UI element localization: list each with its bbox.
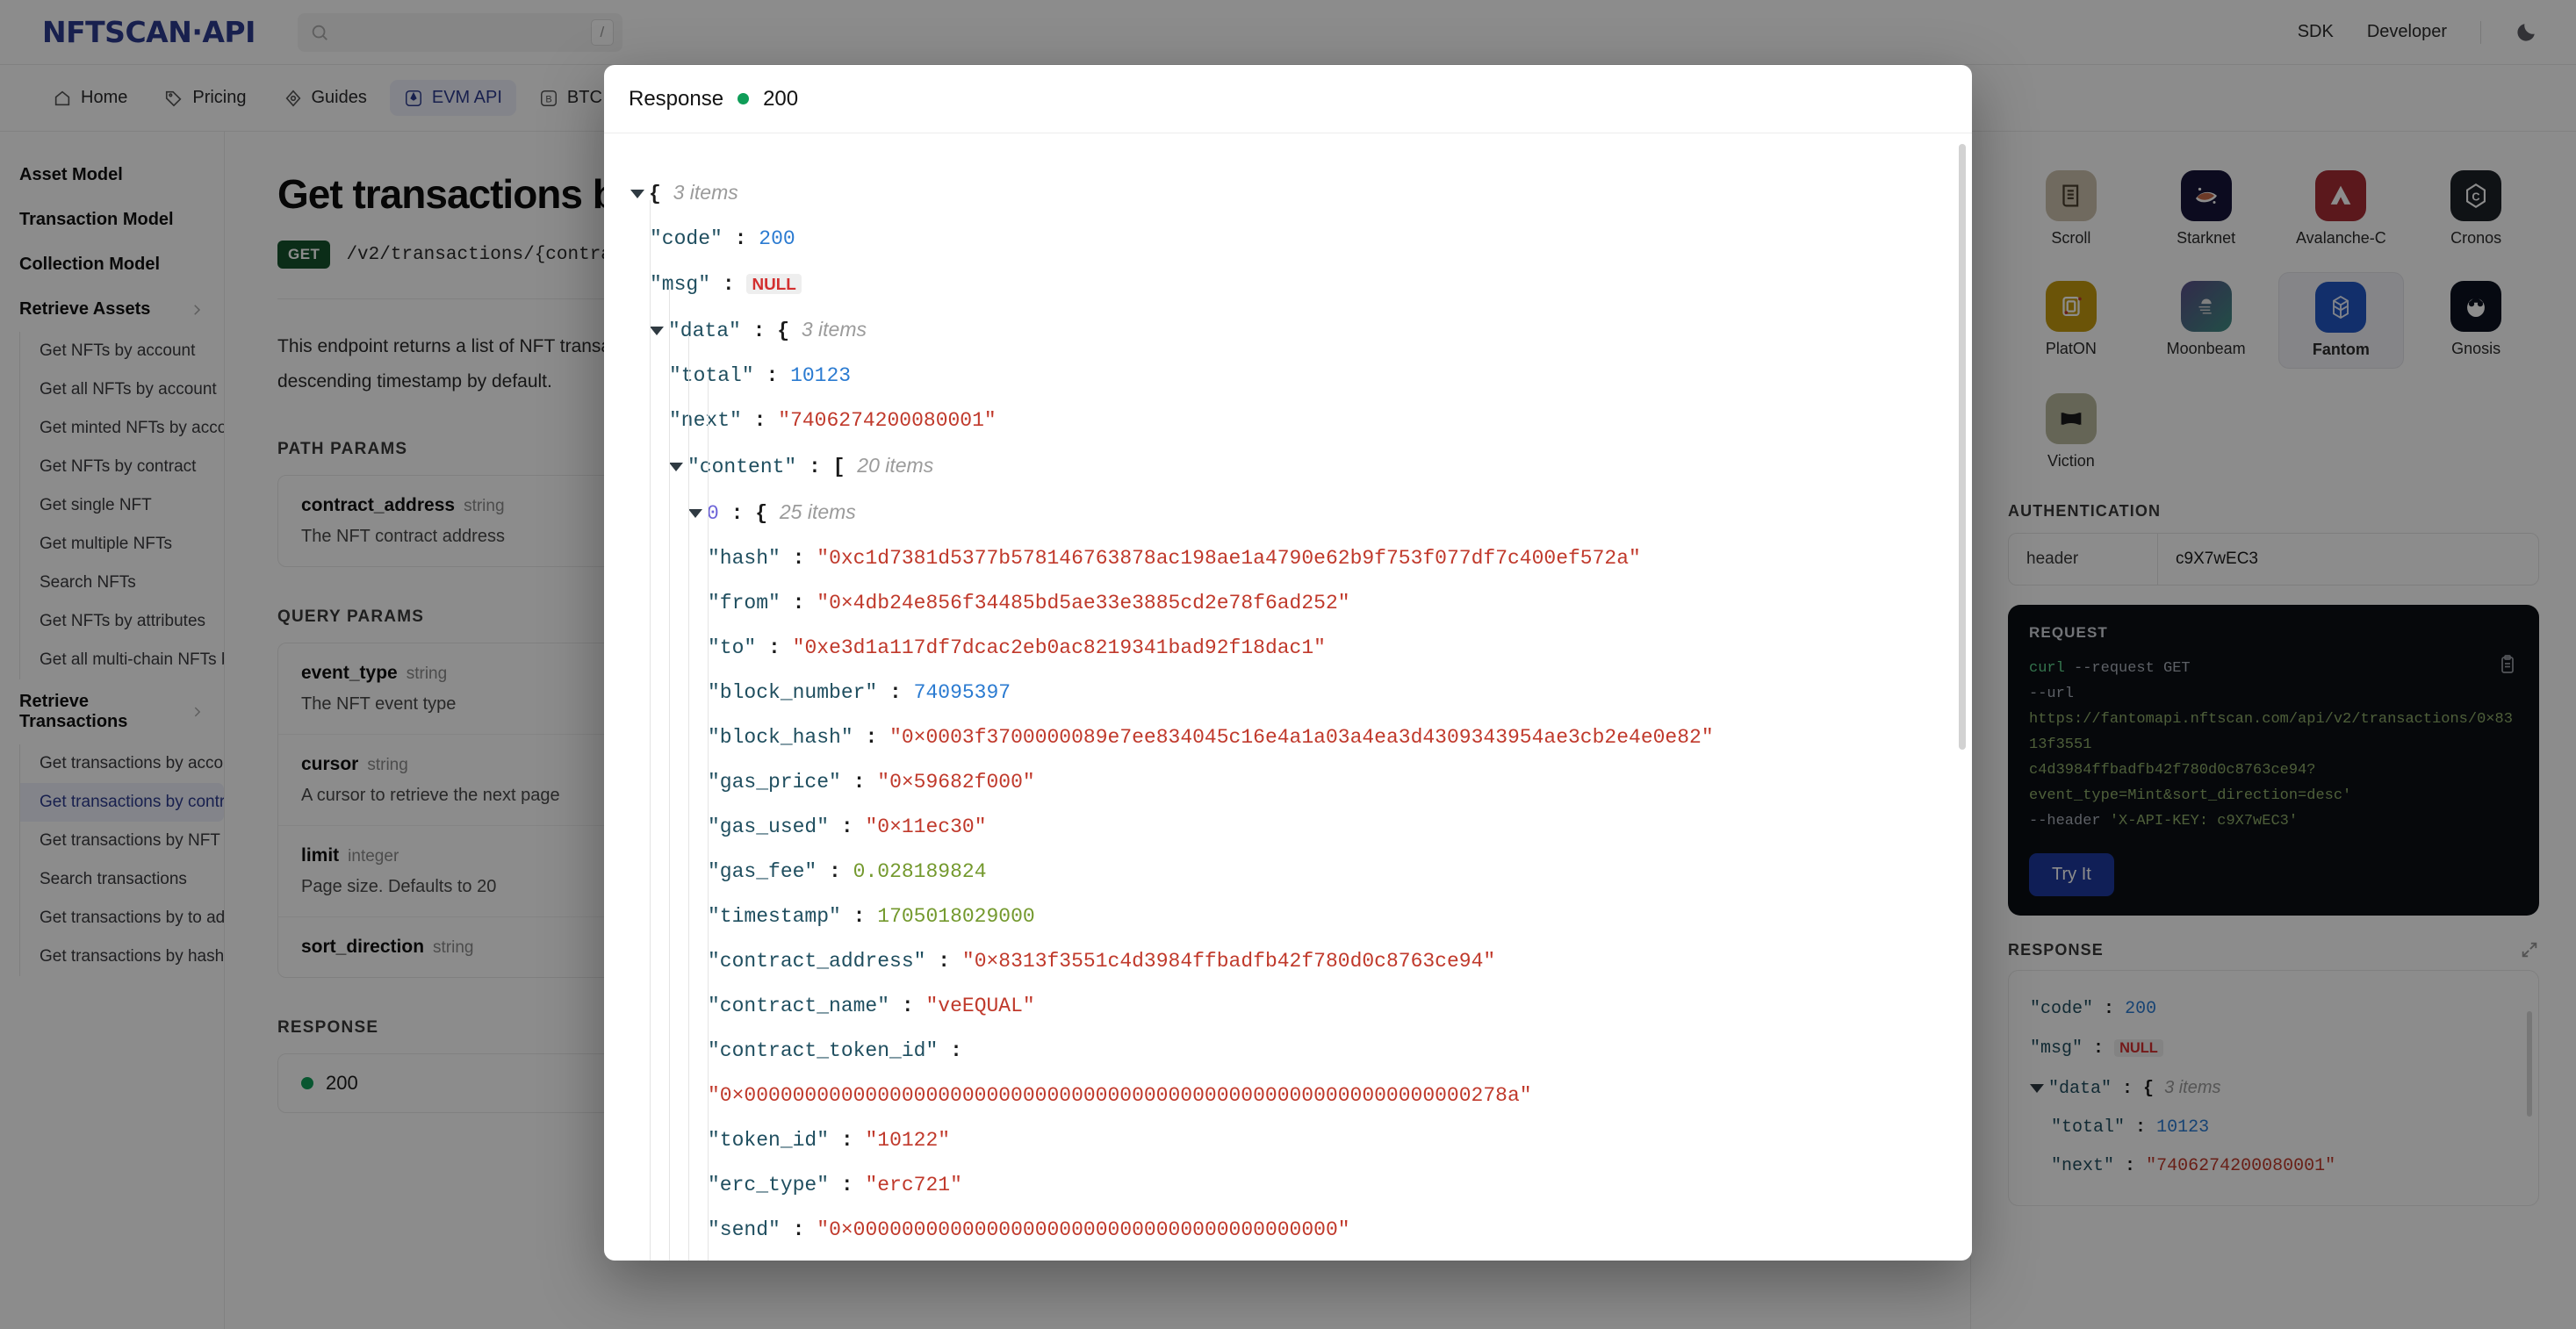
json-line-token-id: "token_id" : "10122": [708, 1129, 951, 1152]
json-line-total: "total" : 10123: [669, 364, 852, 387]
tree-guide: [650, 200, 651, 1261]
json-line-block-hash: "block_hash" : "0×0003f3700000089e7ee834…: [708, 726, 1714, 749]
json-line-contract-token-id: "contract_token_id" : "0×000000000000000…: [708, 1039, 1532, 1107]
json-line-next: "next" : "7406274200080001": [669, 409, 997, 432]
status-dot-icon: [738, 93, 750, 104]
json-line-content: "content" : [ 20 items: [630, 443, 1946, 490]
json-line-gas-price: "gas_price" : "0×59682f000": [708, 771, 1035, 794]
json-tree: { 3 items "code" : 200 "msg" : NULL "dat…: [630, 170, 1946, 1261]
json-line-hash: "hash" : "0xc1d7381d5377b578146763878ac1…: [708, 547, 1641, 570]
modal-title: Response: [629, 86, 724, 111]
json-line-send: "send" : "0×0000000000000000000000000000…: [708, 1218, 1350, 1241]
json-line-to: "to" : "0xe3d1a117df7dcac2eb0ac8219341ba…: [708, 636, 1326, 659]
json-line-index-0: 0 : { 25 items: [630, 490, 1946, 536]
collapse-toggle-icon[interactable]: [650, 326, 664, 335]
json-line-root: { 3 items: [630, 170, 1946, 217]
json-line-block-number: "block_number" : 74095397: [708, 681, 1011, 704]
modal-status-code: 200: [763, 86, 799, 111]
json-line-msg: "msg" : NULL: [630, 262, 1946, 307]
json-line-gas-used: "gas_used" : "0×11ec30": [708, 815, 987, 838]
json-line-timestamp: "timestamp" : 1705018029000: [708, 905, 1035, 928]
json-line-contract-name: "contract_name" : "veEQUAL": [708, 995, 1035, 1017]
json-line-contract-address: "contract_address" : "0×8313f3551c4d3984…: [708, 950, 1496, 973]
json-line-data: "data" : { 3 items: [630, 307, 1946, 354]
collapse-toggle-icon[interactable]: [630, 189, 644, 198]
json-line-from: "from" : "0×4db24e856f34485bd5ae33e3885c…: [708, 592, 1350, 614]
tree-guide: [708, 379, 709, 1261]
collapse-toggle-icon[interactable]: [688, 508, 702, 518]
json-line-erc-type: "erc_type" : "erc721": [708, 1174, 962, 1196]
json-line-gas-fee: "gas_fee" : 0.028189824: [708, 860, 987, 883]
scrollbar[interactable]: [1959, 144, 1966, 750]
tree-guide: [688, 335, 689, 1261]
tree-guide: [669, 290, 670, 1261]
response-modal: Response 200 { 3 items "code" : 200 "msg…: [604, 65, 1972, 1261]
collapse-toggle-icon[interactable]: [669, 462, 683, 471]
json-line-receive: "receive" : "0×4db24e856f34485bd5ae33e38…: [630, 1253, 1946, 1261]
modal-header: Response 200: [604, 65, 1972, 133]
json-line-code: "code" : 200: [650, 227, 795, 250]
modal-json-body[interactable]: { 3 items "code" : 200 "msg" : NULL "dat…: [604, 133, 1972, 1261]
